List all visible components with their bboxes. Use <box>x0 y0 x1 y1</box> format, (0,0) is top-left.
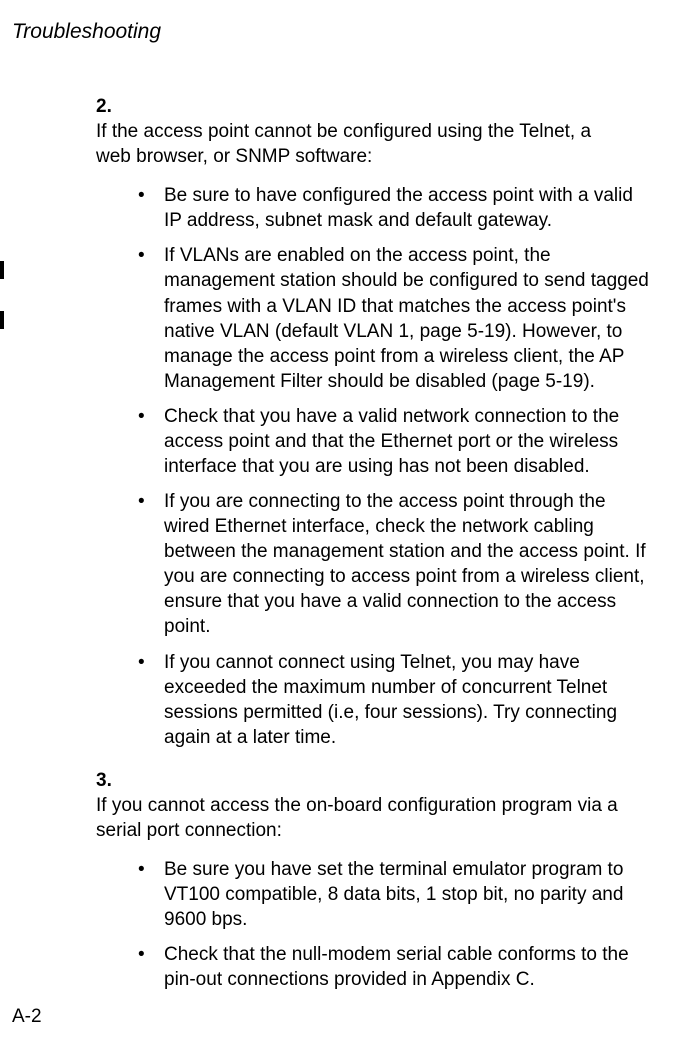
bullet-item: Check that the null-modem serial cable c… <box>96 942 654 992</box>
change-bar-1 <box>0 261 4 279</box>
page: Troubleshooting 2. If the access point c… <box>0 0 694 1050</box>
running-head: Troubleshooting <box>12 20 694 44</box>
bullet-item: If VLANs are enabled on the access point… <box>96 243 654 393</box>
bullet-item: If you cannot connect using Telnet, you … <box>96 650 654 750</box>
change-bar-2 <box>0 311 4 329</box>
bullet-list-3: Be sure you have set the terminal emulat… <box>96 857 654 992</box>
page-number: A-2 <box>12 1006 42 1028</box>
bullet-item: Be sure you have set the terminal emulat… <box>96 857 654 932</box>
list-item-2: 2. If the access point cannot be configu… <box>96 94 654 169</box>
item-lead: If the access point cannot be configured… <box>96 119 622 169</box>
bullet-item: Check that you have a valid network conn… <box>96 404 654 479</box>
item-lead: If you cannot access the on-board config… <box>96 793 622 843</box>
item-number: 3. <box>96 768 124 793</box>
bullet-item: If you are connecting to the access poin… <box>96 489 654 639</box>
content-block: 2. If the access point cannot be configu… <box>96 94 654 993</box>
list-item-3: 3. If you cannot access the on-board con… <box>96 768 654 843</box>
bullet-item: Be sure to have configured the access po… <box>96 183 654 233</box>
item-number: 2. <box>96 94 124 119</box>
bullet-list-2: Be sure to have configured the access po… <box>96 183 654 750</box>
